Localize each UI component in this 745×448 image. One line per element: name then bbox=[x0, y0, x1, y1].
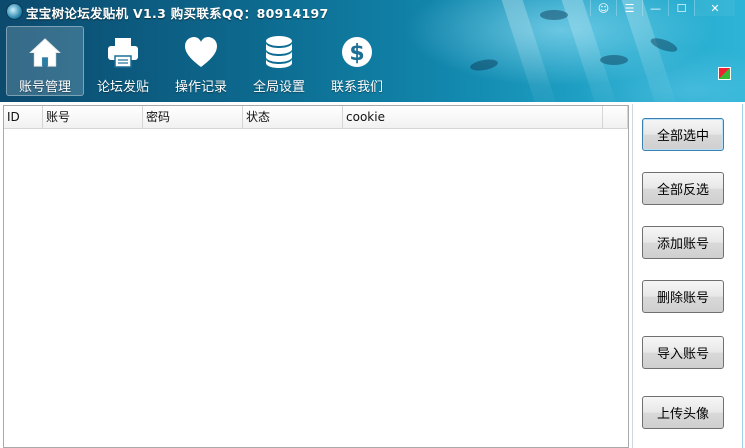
tab-label: 操作记录 bbox=[174, 80, 227, 95]
column-header-status[interactable]: 状态 bbox=[243, 106, 343, 128]
action-panel: 全部选中 全部反选 添加账号 删除账号 导入账号 上传头像 bbox=[632, 104, 741, 448]
tab-forum-posting[interactable]: 论坛发贴 bbox=[84, 26, 162, 96]
maximize-button[interactable]: ☐ bbox=[668, 0, 694, 16]
home-icon bbox=[29, 38, 61, 67]
fish-decoration bbox=[600, 55, 628, 65]
window-controls: ☺ ☰ — ☐ ✕ bbox=[590, 0, 735, 16]
tab-label: 论坛发贴 bbox=[96, 80, 149, 95]
database-icon bbox=[266, 36, 292, 68]
app-logo-icon bbox=[6, 3, 23, 20]
import-account-button[interactable]: 导入账号 bbox=[642, 336, 724, 369]
column-header-account[interactable]: 账号 bbox=[43, 106, 143, 128]
minimize-button[interactable]: — bbox=[642, 0, 668, 16]
tab-global-settings[interactable]: 全局设置 bbox=[240, 26, 318, 96]
select-all-button[interactable]: 全部选中 bbox=[642, 118, 724, 151]
column-header-password[interactable]: 密码 bbox=[143, 106, 243, 128]
invert-selection-button[interactable]: 全部反选 bbox=[642, 172, 724, 205]
tab-label: 全局设置 bbox=[252, 80, 305, 95]
delete-account-button[interactable]: 删除账号 bbox=[642, 280, 724, 313]
tab-label: 联系我们 bbox=[330, 80, 383, 95]
window-title: 宝宝树论坛发贴机 V1.3 购买联系QQ：80914197 bbox=[26, 6, 329, 21]
close-button[interactable]: ✕ bbox=[694, 0, 735, 16]
tab-account-management[interactable]: 账号管理 bbox=[6, 26, 84, 96]
tab-operation-log[interactable]: 操作记录 bbox=[162, 26, 240, 96]
title-bar[interactable]: 宝宝树论坛发贴机 V1.3 购买联系QQ：80914197 ☺ ☰ — ☐ ✕ bbox=[0, 0, 745, 22]
window-border bbox=[742, 104, 743, 448]
account-table[interactable]: ID 账号 密码 状态 cookie bbox=[3, 105, 629, 448]
header-banner: 宝宝树论坛发贴机 V1.3 购买联系QQ：80914197 ☺ ☰ — ☐ ✕ … bbox=[0, 0, 745, 102]
add-account-button[interactable]: 添加账号 bbox=[642, 226, 724, 259]
printer-icon bbox=[108, 38, 138, 68]
main-toolbar: 账号管理 论坛发贴 操作记录 全局设置 $ 联系我们 bbox=[6, 26, 396, 96]
svg-text:$: $ bbox=[349, 41, 364, 66]
table-header: ID 账号 密码 状态 cookie bbox=[4, 106, 628, 129]
fish-decoration bbox=[469, 57, 499, 73]
menu-button[interactable]: ☰ bbox=[616, 0, 642, 16]
column-header-id[interactable]: ID bbox=[4, 106, 43, 128]
dollar-icon: $ bbox=[342, 37, 372, 67]
skin-icon[interactable] bbox=[718, 67, 731, 80]
chat-button[interactable]: ☺ bbox=[590, 0, 616, 16]
tab-label: 账号管理 bbox=[18, 80, 71, 95]
upload-avatar-button[interactable]: 上传头像 bbox=[642, 396, 724, 429]
column-header-cookie[interactable]: cookie bbox=[343, 106, 603, 128]
column-header-filler bbox=[603, 106, 628, 128]
tab-contact-us[interactable]: $ 联系我们 bbox=[318, 26, 396, 96]
heart-icon bbox=[185, 37, 217, 67]
